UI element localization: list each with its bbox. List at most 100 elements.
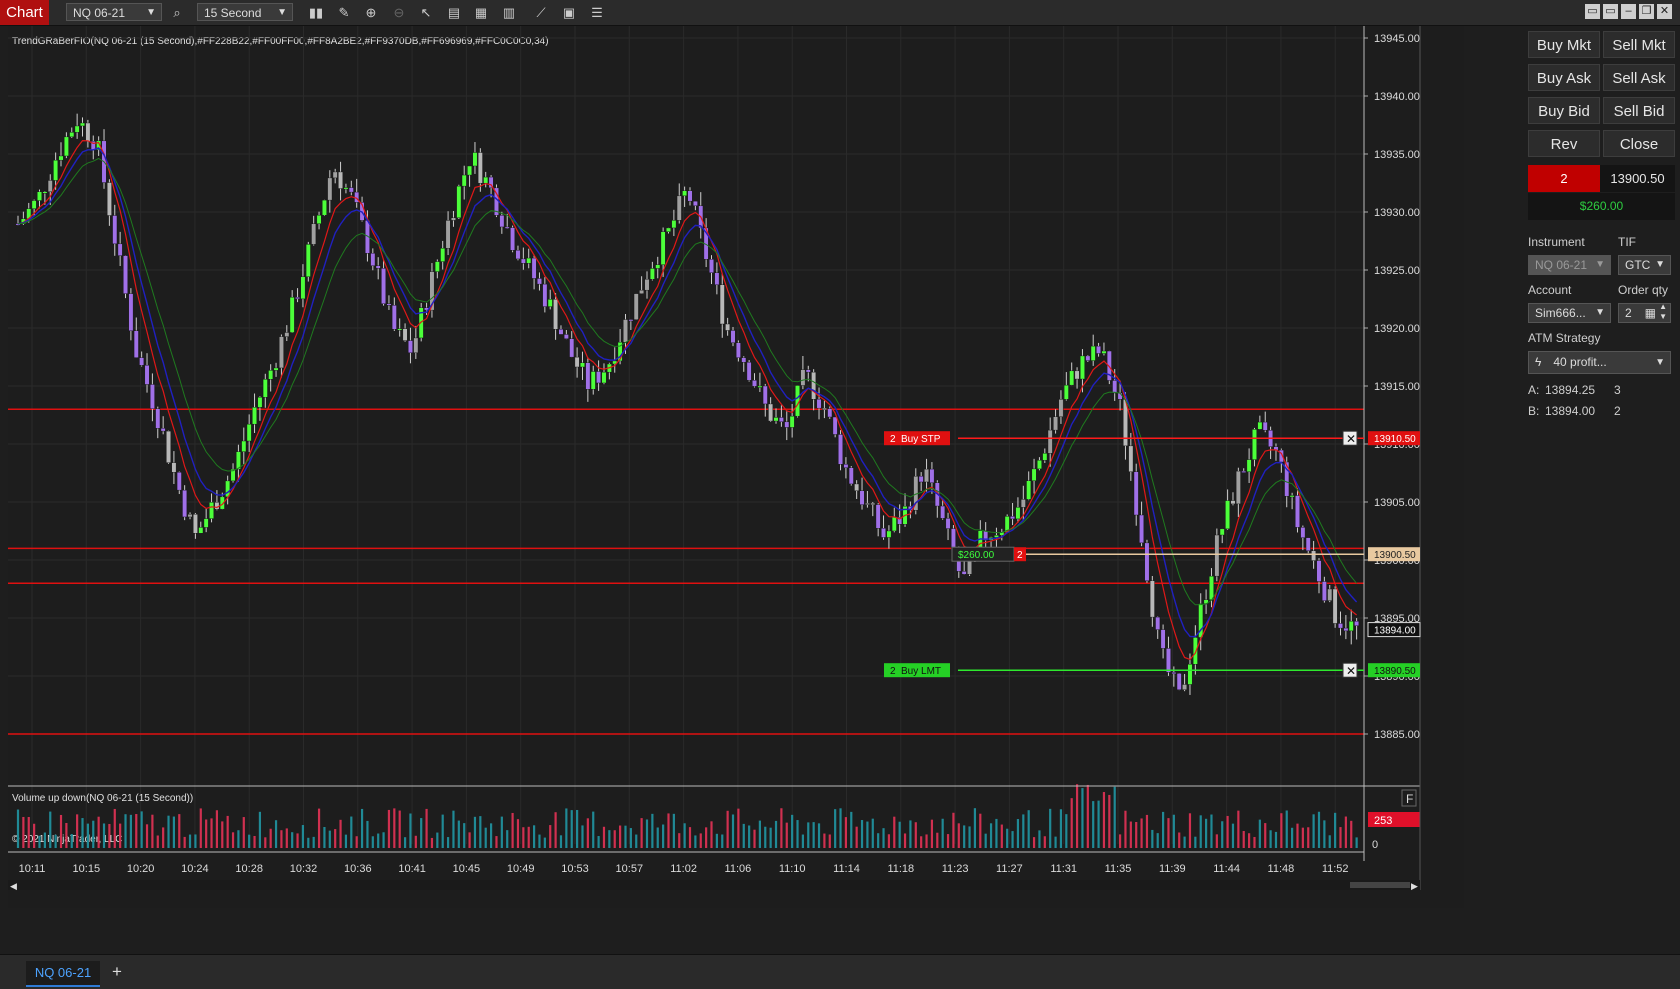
moving-average-line	[17, 157, 1357, 606]
strategies-icon[interactable]: ▦	[472, 4, 490, 21]
indicators-icon[interactable]: ⟋	[532, 4, 550, 21]
candle-body	[682, 190, 688, 197]
list-icon[interactable]: ☰	[588, 4, 606, 21]
time-tick-label: 11:44	[1213, 863, 1240, 875]
order-qty-value: 2	[1625, 306, 1632, 320]
close-position-button[interactable]: Close	[1603, 130, 1675, 157]
candle-body	[1209, 575, 1214, 600]
bid-label: B:	[1528, 404, 1540, 418]
time-tick-label: 10:28	[235, 863, 263, 875]
ask-label: A:	[1528, 383, 1540, 397]
price-tick-label: 13930.00	[1374, 207, 1420, 219]
candle-body	[348, 187, 354, 193]
tif-select[interactable]: GTC ▼	[1618, 255, 1671, 275]
candle-body	[730, 330, 736, 343]
instrument-select[interactable]: NQ 06-21 ▼	[1528, 255, 1611, 275]
calculator-icon[interactable]: ▦	[1645, 304, 1656, 322]
properties-icon[interactable]: ▣	[560, 4, 578, 21]
candle-body	[166, 430, 171, 463]
price-chart[interactable]: TrendGRaBerFIO(NQ 06-21 (15 Second),#FF2…	[8, 26, 1520, 908]
reverse-button[interactable]: Rev	[1528, 130, 1600, 157]
candle-body	[644, 279, 650, 291]
candle-body	[338, 171, 343, 189]
volume-zero-label: 0	[1372, 839, 1378, 851]
time-tick-label: 10:57	[616, 863, 644, 875]
instrument-selector[interactable]: NQ 06-21 ▼	[66, 3, 162, 21]
candle-body	[440, 247, 446, 262]
candle-body	[451, 217, 456, 221]
data-box-icon[interactable]: ▤	[445, 4, 463, 21]
search-icon[interactable]: ⌕	[168, 4, 186, 21]
time-tick-label: 11:18	[887, 863, 914, 875]
window-tile-icon[interactable]: ▭	[1603, 4, 1618, 19]
buy-ask-button[interactable]: Buy Ask	[1528, 64, 1600, 91]
account-label: Account	[1528, 283, 1572, 297]
candle-body	[940, 505, 946, 519]
candle-body	[574, 356, 580, 368]
buy-limit-qty: 2	[890, 666, 896, 677]
candle-body	[1074, 370, 1080, 380]
chevron-down-icon: ▼	[1595, 307, 1605, 318]
chart-panel[interactable]: TrendGRaBerFIO(NQ 06-21 (15 Second),#FF2…	[8, 26, 1464, 908]
candle-body	[558, 329, 564, 335]
candle-body	[332, 171, 338, 179]
sell-market-button[interactable]: Sell Mkt	[1603, 31, 1675, 58]
scroll-right-icon: ▶	[1411, 881, 1418, 891]
candle-body	[1311, 550, 1317, 561]
chevron-down-icon: ▼	[146, 7, 156, 18]
position-qty: 2	[1017, 550, 1023, 561]
candle-body	[773, 417, 779, 422]
price-tick-label: 13940.00	[1374, 91, 1420, 103]
account-select[interactable]: Sim666... ▼	[1528, 303, 1611, 323]
buy-bid-button[interactable]: Buy Bid	[1528, 97, 1600, 124]
order-qty-input[interactable]: 2 ▦ ▲ ▼	[1618, 302, 1671, 323]
candle-body	[1031, 468, 1037, 481]
last-price-label: 13894.00	[1374, 626, 1416, 637]
candle-body	[1047, 429, 1053, 454]
candle-body	[456, 185, 462, 218]
window-mode-icon[interactable]: ▭	[1585, 4, 1600, 19]
bid-size: 2	[1614, 404, 1621, 418]
draw-icon[interactable]: ✎	[335, 4, 353, 21]
close-icon[interactable]: ✕	[1657, 4, 1672, 19]
spin-arrows-icon[interactable]: ▲ ▼	[1659, 302, 1667, 322]
candle-body	[139, 357, 145, 366]
sell-ask-button[interactable]: Sell Ask	[1603, 64, 1675, 91]
candle-body	[343, 187, 349, 190]
candle-body	[47, 180, 53, 192]
position-price: 13900.50	[1600, 165, 1675, 192]
candle-body	[1192, 637, 1198, 665]
time-tick-label: 10:45	[453, 863, 481, 875]
minimize-icon[interactable]: ‒	[1621, 4, 1636, 19]
interval-selector-value: 15 Second	[204, 6, 262, 20]
atm-strategy-select[interactable]: ϟ 40 profit... ▼	[1528, 351, 1671, 374]
moving-average-line	[17, 139, 1357, 661]
instrument-select-value: NQ 06-21	[1535, 258, 1588, 272]
candle-body	[542, 283, 548, 307]
price-tick-label: 13885.00	[1374, 729, 1420, 741]
candle-body	[1252, 429, 1257, 460]
candle-body	[1112, 380, 1118, 394]
candle-body	[171, 462, 177, 473]
candle-body	[784, 421, 790, 428]
pointer-icon[interactable]: ↖	[417, 4, 435, 21]
candle-body	[822, 407, 827, 410]
maximize-icon[interactable]: ❐	[1639, 4, 1654, 19]
candle-body	[1160, 629, 1166, 649]
chart-trader-icon[interactable]: ▥	[500, 4, 518, 21]
candle-body	[472, 152, 478, 167]
buy-market-button[interactable]: Buy Mkt	[1528, 31, 1600, 58]
candle-body	[1010, 516, 1015, 520]
interval-selector[interactable]: 15 Second ▼	[197, 3, 293, 21]
candle-body	[1069, 370, 1075, 386]
sell-bid-button[interactable]: Sell Bid	[1603, 97, 1675, 124]
candle-body	[262, 379, 268, 398]
zoom-in-icon[interactable]: ⊕	[362, 4, 380, 21]
candle-body	[198, 527, 204, 534]
candle-body	[714, 272, 720, 285]
add-tab-icon[interactable]: +	[106, 961, 128, 983]
zoom-out-icon[interactable]: ⊖	[390, 4, 408, 21]
tab-nq-06-21[interactable]: NQ 06-21	[26, 961, 100, 987]
candlestick-icon[interactable]: ▮▮	[307, 4, 325, 21]
candle-body	[434, 261, 440, 272]
